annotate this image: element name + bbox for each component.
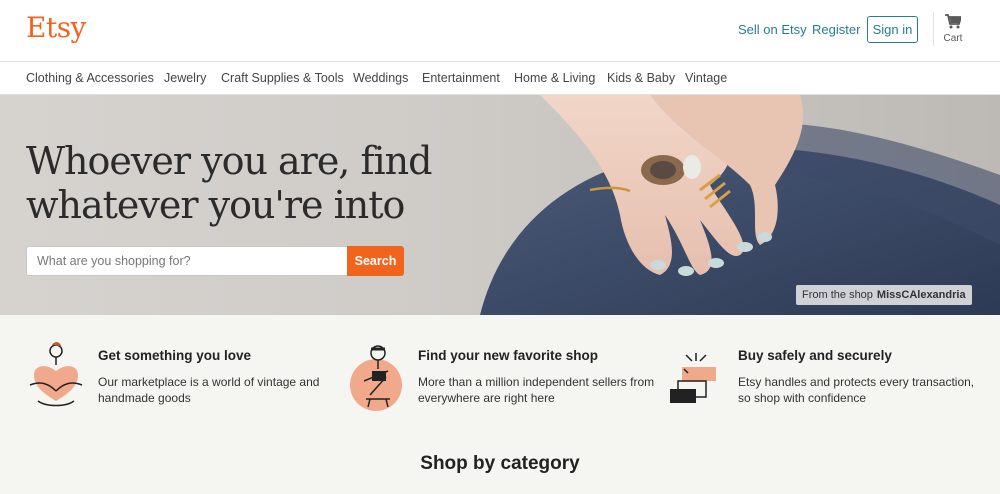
search-button[interactable]: Search [347,246,404,276]
hero-banner: Whoever you are, find whatever you're in… [0,95,1000,315]
etsy-logo[interactable]: Etsy [26,11,86,44]
header-divider [933,12,934,46]
category-link[interactable]: Jewelry [164,71,206,85]
site-header: Etsy Sell on Etsy Register Sign in Cart [0,0,1000,62]
value-prop-text: Our marketplace is a world of vintage an… [98,375,320,405]
value-prop-love: Get something you love Our marketplace i… [26,315,336,425]
cart-icon [945,14,961,29]
value-prop-text: Etsy handles and protects every transact… [738,375,975,405]
category-link[interactable]: Weddings [353,71,408,85]
cart-button[interactable]: Cart [940,14,966,44]
value-prop-title: Find your new favorite shop [418,348,599,363]
hero-photo [420,95,1000,315]
cart-label: Cart [943,33,963,44]
shop-by-category-heading: Shop by category [420,453,580,474]
value-prop-text: More than a million independent sellers … [418,375,655,405]
category-link[interactable]: Craft Supplies & Tools [221,71,344,85]
handshake-illustration-icon [670,353,716,403]
sell-on-etsy-link[interactable]: Sell on Etsy [738,22,807,37]
heart-illustration-icon [29,342,83,407]
value-prop-title: Buy safely and securely [738,348,892,363]
search-input[interactable] [26,246,348,276]
craftsperson-illustration-icon [350,345,402,411]
category-link[interactable]: Entertainment [422,71,500,85]
sign-in-button[interactable]: Sign in [867,16,918,43]
value-props: Get something you love Our marketplace i… [0,315,1000,494]
category-link[interactable]: Clothing & Accessories [26,71,154,85]
photo-credit-prefix: From the shop [802,289,873,301]
photo-credit: From the shop MissCAlexandria [796,285,972,305]
category-link[interactable]: Kids & Baby [607,71,675,85]
category-link[interactable]: Vintage [685,71,727,85]
hero-title: Whoever you are, find whatever you're in… [26,139,432,227]
photo-credit-shop-link[interactable]: MissCAlexandria [877,289,966,301]
category-nav: Clothing & Accessories Jewelry Craft Sup… [0,62,1000,95]
register-link[interactable]: Register [812,22,860,37]
value-prop-shop: Find your new favorite shop More than a … [346,315,656,425]
category-link[interactable]: Home & Living [514,71,595,85]
value-prop-title: Get something you love [98,348,252,363]
value-prop-secure: Buy safely and securely Etsy handles and… [666,315,976,425]
